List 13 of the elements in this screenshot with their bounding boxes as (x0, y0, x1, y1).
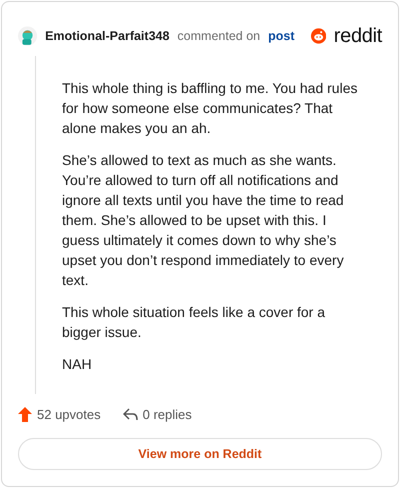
upvote-arrow-icon (18, 406, 32, 422)
view-more-button[interactable]: View more on Reddit (18, 438, 382, 470)
comment-action: commented on (177, 29, 260, 43)
comment-paragraph: This whole thing is baffling to me. You had rules for how someone else communicates? That alone makes you an ah. (62, 79, 358, 138)
reply-count[interactable]: 0 replies (122, 406, 192, 422)
reply-arrow-icon (122, 408, 138, 420)
brand-name: reddit (334, 24, 382, 48)
upvote-count[interactable]: 52 upvotes (18, 406, 101, 422)
comment-paragraph: This whole situation feels like a cover for a bigger issue. (62, 303, 326, 342)
post-link[interactable]: post (268, 29, 294, 43)
author-name[interactable]: Emotional-Parfait348 (45, 29, 170, 43)
comment-paragraph: NAH (62, 355, 93, 374)
comment-paragraph: She’s allowed to text as much as she wants. You’re allowed to turn off all notifications and ignore all texts until you have the time to read them. She’s allowed to be upset with this. I guess ultimately it comes down to why she’s upset you don’t respond immediately to every text. (62, 151, 345, 290)
